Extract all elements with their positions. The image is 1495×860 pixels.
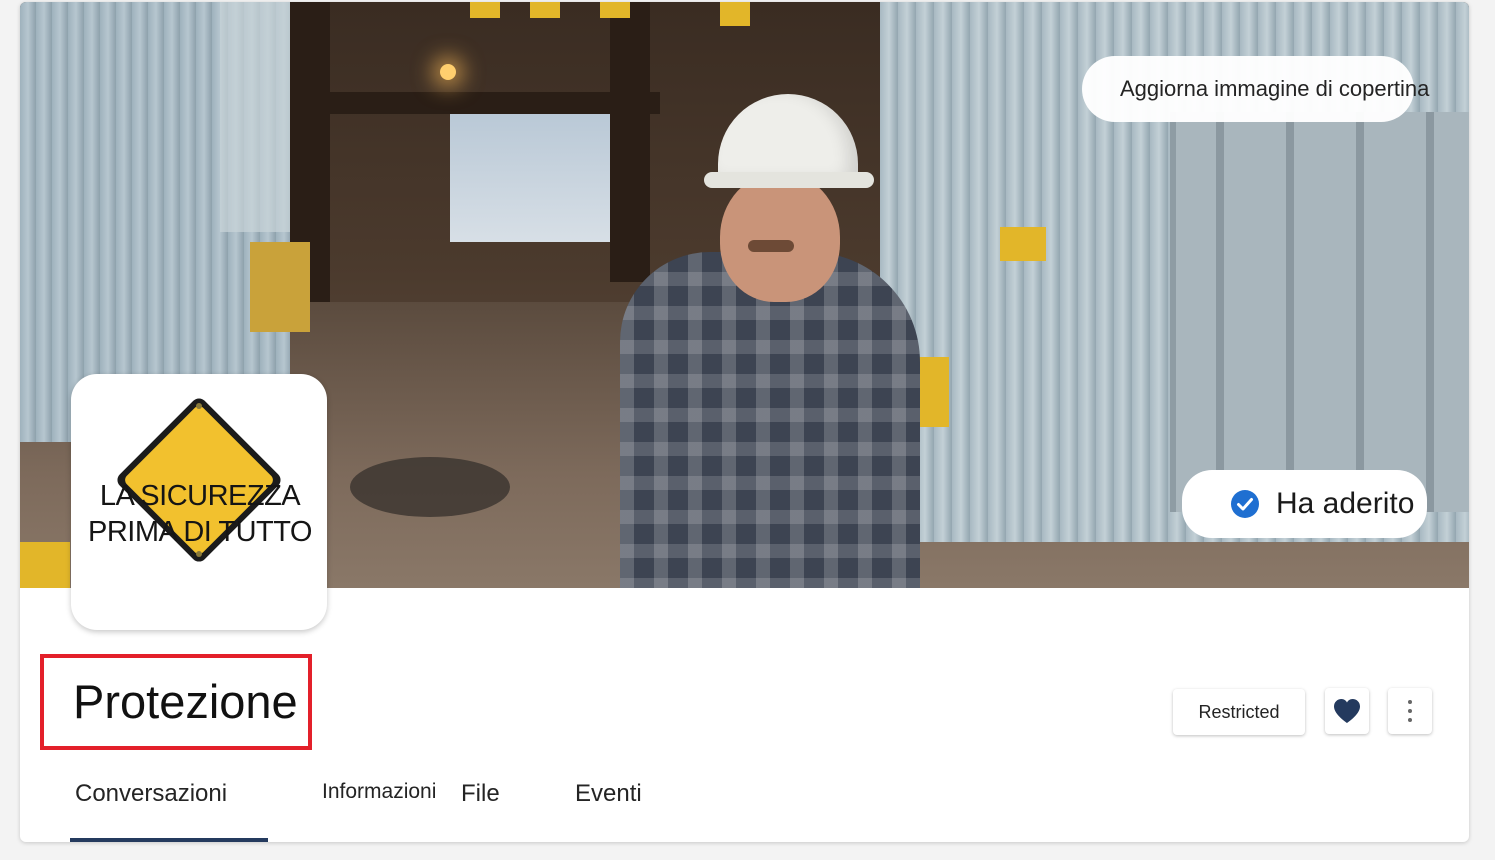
more-options-button[interactable] xyxy=(1388,688,1432,734)
check-circle-icon xyxy=(1231,490,1259,518)
update-cover-button[interactable]: Aggiorna immagine di copertina xyxy=(1082,56,1429,122)
favorite-button[interactable] xyxy=(1325,688,1369,734)
active-tab-indicator xyxy=(70,838,268,842)
logo-text: LA SICUREZZA PRIMA DI TUTTO xyxy=(65,478,335,550)
privacy-badge: Restricted xyxy=(1173,689,1305,735)
tab-file[interactable]: File xyxy=(461,780,500,808)
tab-conversazioni[interactable]: Conversazioni xyxy=(75,780,227,808)
logo-text-line2: PRIMA DI TUTTO xyxy=(88,516,312,548)
joined-button[interactable]: Ha aderito xyxy=(1182,470,1427,538)
update-cover-label: Aggiorna immagine di copertina xyxy=(1120,76,1430,101)
tab-informazioni[interactable]: Informazioni xyxy=(322,780,436,804)
tab-eventi[interactable]: Eventi xyxy=(575,780,642,808)
group-logo: LA SICUREZZA PRIMA DI TUTTO xyxy=(71,374,327,630)
joined-label: Ha aderito xyxy=(1276,487,1415,520)
heart-icon xyxy=(1334,699,1360,723)
group-header-card: Aggiorna immagine di copertina Ha aderit… xyxy=(20,2,1469,842)
worker-figure xyxy=(620,252,920,588)
logo-text-line1: LA SICUREZZA xyxy=(99,480,301,512)
more-vertical-icon xyxy=(1408,700,1412,722)
page-title: Protezione xyxy=(73,675,298,728)
